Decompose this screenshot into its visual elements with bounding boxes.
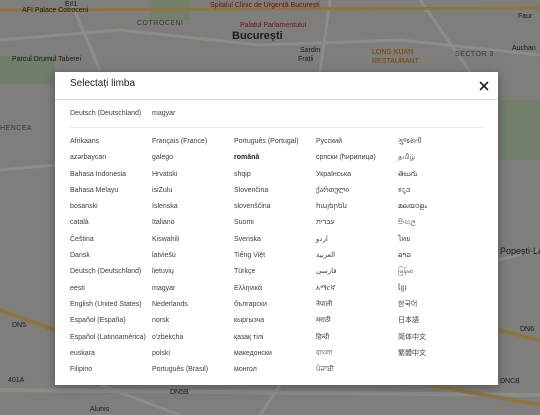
language-option[interactable]: ગુજરાતી xyxy=(398,134,480,150)
language-option[interactable]: polski xyxy=(152,346,234,362)
language-option[interactable]: 简体中文 xyxy=(398,330,480,346)
language-option[interactable]: Русский xyxy=(316,134,398,150)
language-option[interactable]: eesti xyxy=(70,281,152,297)
language-option[interactable]: Afrikaans xyxy=(70,134,152,150)
language-option[interactable]: қазақ тілі xyxy=(234,330,316,346)
language-option[interactable]: galego xyxy=(152,150,234,166)
language-option[interactable]: Português (Portugal) xyxy=(234,134,316,150)
language-option[interactable]: मराठी xyxy=(316,313,398,329)
close-icon xyxy=(479,81,489,91)
language-option[interactable]: العربية xyxy=(316,248,398,264)
language-option[interactable]: ਪੰਜਾਬੀ xyxy=(316,362,398,378)
language-column-4: Русский српски (ћирилица) Українська ქართულ… xyxy=(316,134,398,378)
language-option[interactable]: አማርኛ xyxy=(316,281,398,297)
language-option[interactable]: o'zbekcha xyxy=(152,330,234,346)
language-option[interactable]: हिन्दी xyxy=(316,330,398,346)
language-option[interactable]: தமிழ் xyxy=(398,150,480,166)
language-option[interactable]: кыргызча xyxy=(234,313,316,329)
language-option[interactable]: සිංහල xyxy=(398,215,480,231)
recent-divider xyxy=(70,127,483,128)
language-option[interactable]: Kiswahili xyxy=(152,232,234,248)
language-option[interactable]: български xyxy=(234,297,316,313)
language-column-1: Afrikaans azərbaycan Bahasa Indonesia Bahas… xyxy=(70,134,152,378)
language-option[interactable]: lietuvių xyxy=(152,264,234,280)
language-option[interactable]: മലയാളം xyxy=(398,199,480,215)
language-option[interactable]: English (United States) xyxy=(70,297,152,313)
title-divider xyxy=(55,99,498,100)
language-option[interactable]: Filipino xyxy=(70,362,152,378)
language-option[interactable]: slovenščina xyxy=(234,199,316,215)
language-option[interactable]: नेपाली xyxy=(316,297,398,313)
language-option[interactable]: azərbaycan xyxy=(70,150,152,166)
language-option[interactable]: shqip xyxy=(234,167,316,183)
language-option[interactable]: বাংলা xyxy=(316,346,398,362)
language-option[interactable]: ไทย xyxy=(398,232,480,248)
language-option[interactable]: Hrvatski xyxy=(152,167,234,183)
recent-language-1[interactable]: Deutsch (Deutschland) xyxy=(70,110,141,117)
language-option[interactable]: Français (France) xyxy=(152,134,234,150)
recent-language-2[interactable]: magyar xyxy=(152,110,175,117)
language-option[interactable]: Tiếng Việt xyxy=(234,248,316,264)
language-option[interactable]: Nederlands xyxy=(152,297,234,313)
language-option[interactable]: తెలుగు xyxy=(398,167,480,183)
language-dialog: Selectați limba Deutsch (Deutschland) ma… xyxy=(55,72,498,385)
language-option[interactable]: монгол xyxy=(234,362,316,378)
language-option[interactable]: Bahasa Indonesia xyxy=(70,167,152,183)
close-button[interactable] xyxy=(474,76,494,96)
language-option[interactable]: 繁體中文 xyxy=(398,346,480,362)
language-option[interactable]: ಕನ್ನಡ xyxy=(398,183,480,199)
language-option[interactable]: српски (ћирилица) xyxy=(316,150,398,166)
language-column-3: Português (Portugal) română shqip Slovenčin… xyxy=(234,134,316,378)
language-option[interactable]: македонски xyxy=(234,346,316,362)
language-option[interactable]: မြန်မာ xyxy=(398,264,480,280)
language-option[interactable]: 한국어 xyxy=(398,297,480,313)
language-option[interactable]: Türkçe xyxy=(234,264,316,280)
language-option[interactable]: עברית xyxy=(316,215,398,231)
language-option[interactable]: Italiano xyxy=(152,215,234,231)
language-option[interactable]: ქართული xyxy=(316,183,398,199)
language-option[interactable]: Ελληνικά xyxy=(234,281,316,297)
language-column-5: ગુજરાતી தமிழ் తెలుగు ಕನ್ನಡ മലയാളം සිංහල ไทย ລາວ… xyxy=(398,134,480,362)
language-option[interactable]: norsk xyxy=(152,313,234,329)
language-option[interactable]: فارسی xyxy=(316,264,398,280)
language-option[interactable]: Svenska xyxy=(234,232,316,248)
language-option[interactable]: Čeština xyxy=(70,232,152,248)
language-option[interactable]: bosanski xyxy=(70,199,152,215)
language-option[interactable]: română xyxy=(234,150,316,166)
language-option[interactable]: 日本語 xyxy=(398,313,480,329)
language-option[interactable]: Português (Brasil) xyxy=(152,362,234,378)
language-option[interactable]: Slovenčina xyxy=(234,183,316,199)
language-option[interactable]: Dansk xyxy=(70,248,152,264)
dialog-title: Selectați limba xyxy=(70,78,136,89)
language-option[interactable]: Deutsch (Deutschland) xyxy=(70,264,152,280)
language-option[interactable]: ລາວ xyxy=(398,248,480,264)
language-option[interactable]: íslenska xyxy=(152,199,234,215)
language-option[interactable]: ខ្មែរ xyxy=(398,281,480,297)
language-option[interactable]: Español (Latinoamérica) xyxy=(70,330,152,346)
language-option[interactable]: latviešu xyxy=(152,248,234,264)
language-option[interactable]: isiZulu xyxy=(152,183,234,199)
language-option[interactable]: Bahasa Melayu xyxy=(70,183,152,199)
language-option[interactable]: català xyxy=(70,215,152,231)
language-option[interactable]: Español (España) xyxy=(70,313,152,329)
language-option[interactable]: Suomi xyxy=(234,215,316,231)
language-option[interactable]: euskara xyxy=(70,346,152,362)
language-option[interactable]: اردو xyxy=(316,232,398,248)
language-column-2: Français (France) galego Hrvatski isiZulu ís… xyxy=(152,134,234,378)
language-option[interactable]: magyar xyxy=(152,281,234,297)
language-option[interactable]: հայերեն xyxy=(316,199,398,215)
language-option[interactable]: Українська xyxy=(316,167,398,183)
